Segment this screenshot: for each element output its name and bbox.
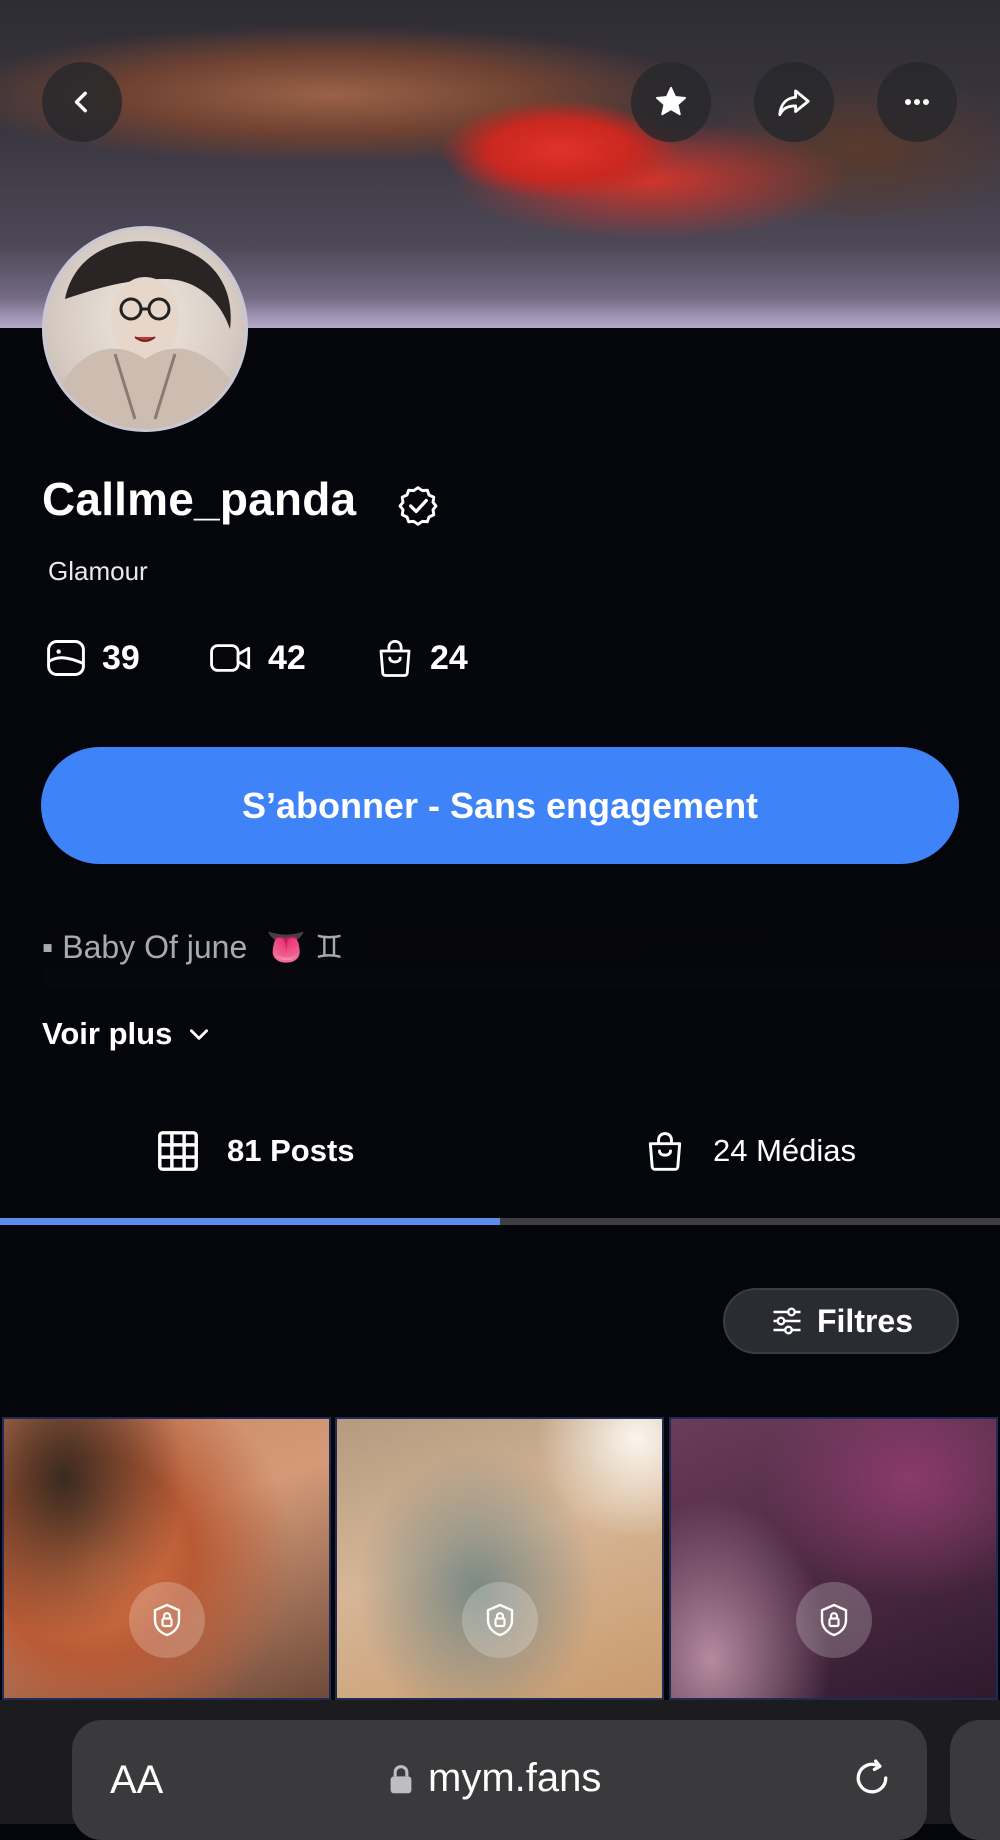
filters-label: Filtres bbox=[816, 1302, 914, 1339]
post-thumbnail[interactable] bbox=[335, 1417, 664, 1700]
stat-products-count: 24 bbox=[430, 638, 468, 677]
filters-button[interactable]: Filtres bbox=[723, 1288, 959, 1354]
more-dots-icon bbox=[905, 99, 929, 105]
star-icon bbox=[656, 86, 686, 116]
next-tab-preview[interactable] bbox=[950, 1720, 1000, 1840]
photo-icon bbox=[47, 640, 85, 676]
more-options-button[interactable] bbox=[877, 62, 957, 142]
avatar-illustration bbox=[45, 241, 245, 429]
sliders-icon bbox=[773, 1307, 801, 1335]
lock-icon bbox=[153, 1603, 180, 1637]
locked-badge bbox=[795, 1582, 872, 1658]
post-thumbnail[interactable] bbox=[669, 1417, 998, 1700]
stat-products: 24 bbox=[374, 636, 468, 680]
lock-icon bbox=[486, 1603, 513, 1637]
share-button[interactable] bbox=[754, 62, 834, 142]
locked-badge bbox=[128, 1582, 205, 1658]
post-thumbnail[interactable] bbox=[2, 1417, 331, 1700]
username: Callme_panda bbox=[42, 473, 357, 525]
url-display[interactable]: mym.fans bbox=[388, 1756, 601, 1801]
stat-photos: 39 bbox=[44, 636, 140, 680]
tab-medias-label: 24 Médias bbox=[713, 1133, 857, 1168]
bio-text: ▪ Baby Of june bbox=[42, 929, 248, 965]
text-size-label: AA bbox=[110, 1758, 164, 1802]
chevron-left-icon bbox=[74, 91, 87, 113]
padlock-icon bbox=[390, 1764, 412, 1793]
grid-icon bbox=[158, 1131, 198, 1171]
favorite-button[interactable] bbox=[631, 62, 711, 142]
chevron-down-icon bbox=[190, 1029, 209, 1040]
url-text: mym.fans bbox=[428, 1756, 602, 1800]
tab-medias[interactable]: 24 Médias bbox=[643, 1128, 856, 1174]
stat-videos: 42 bbox=[208, 636, 306, 680]
share-arrow-icon bbox=[778, 89, 810, 117]
stat-videos-count: 42 bbox=[268, 638, 306, 677]
see-more-button[interactable]: Voir plus bbox=[42, 1016, 212, 1052]
lock-icon bbox=[820, 1603, 847, 1637]
subscribe-button[interactable]: S’abonner - Sans engagement bbox=[41, 747, 959, 864]
verified-badge-icon bbox=[396, 484, 440, 533]
shopping-bag-icon bbox=[379, 639, 411, 677]
text-size-button[interactable]: AA bbox=[110, 1758, 163, 1803]
tab-indicator-active bbox=[0, 1218, 500, 1225]
avatar[interactable] bbox=[42, 226, 248, 432]
see-more-label: Voir plus bbox=[42, 1016, 173, 1051]
bag-icon bbox=[648, 1132, 682, 1171]
profile-category: Glamour bbox=[48, 556, 148, 586]
locked-badge bbox=[461, 1582, 538, 1658]
reload-icon[interactable] bbox=[850, 1756, 894, 1805]
video-camera-icon bbox=[210, 644, 251, 672]
tab-posts[interactable]: 81 Posts bbox=[155, 1128, 355, 1174]
tab-posts-label: 81 Posts bbox=[227, 1133, 355, 1168]
bio: ▪ Baby Of june 👅 ♊ bbox=[42, 928, 1000, 990]
stat-photos-count: 39 bbox=[102, 638, 140, 677]
back-button[interactable] bbox=[42, 62, 122, 142]
bio-emojis: 👅 ♊ bbox=[266, 929, 344, 965]
